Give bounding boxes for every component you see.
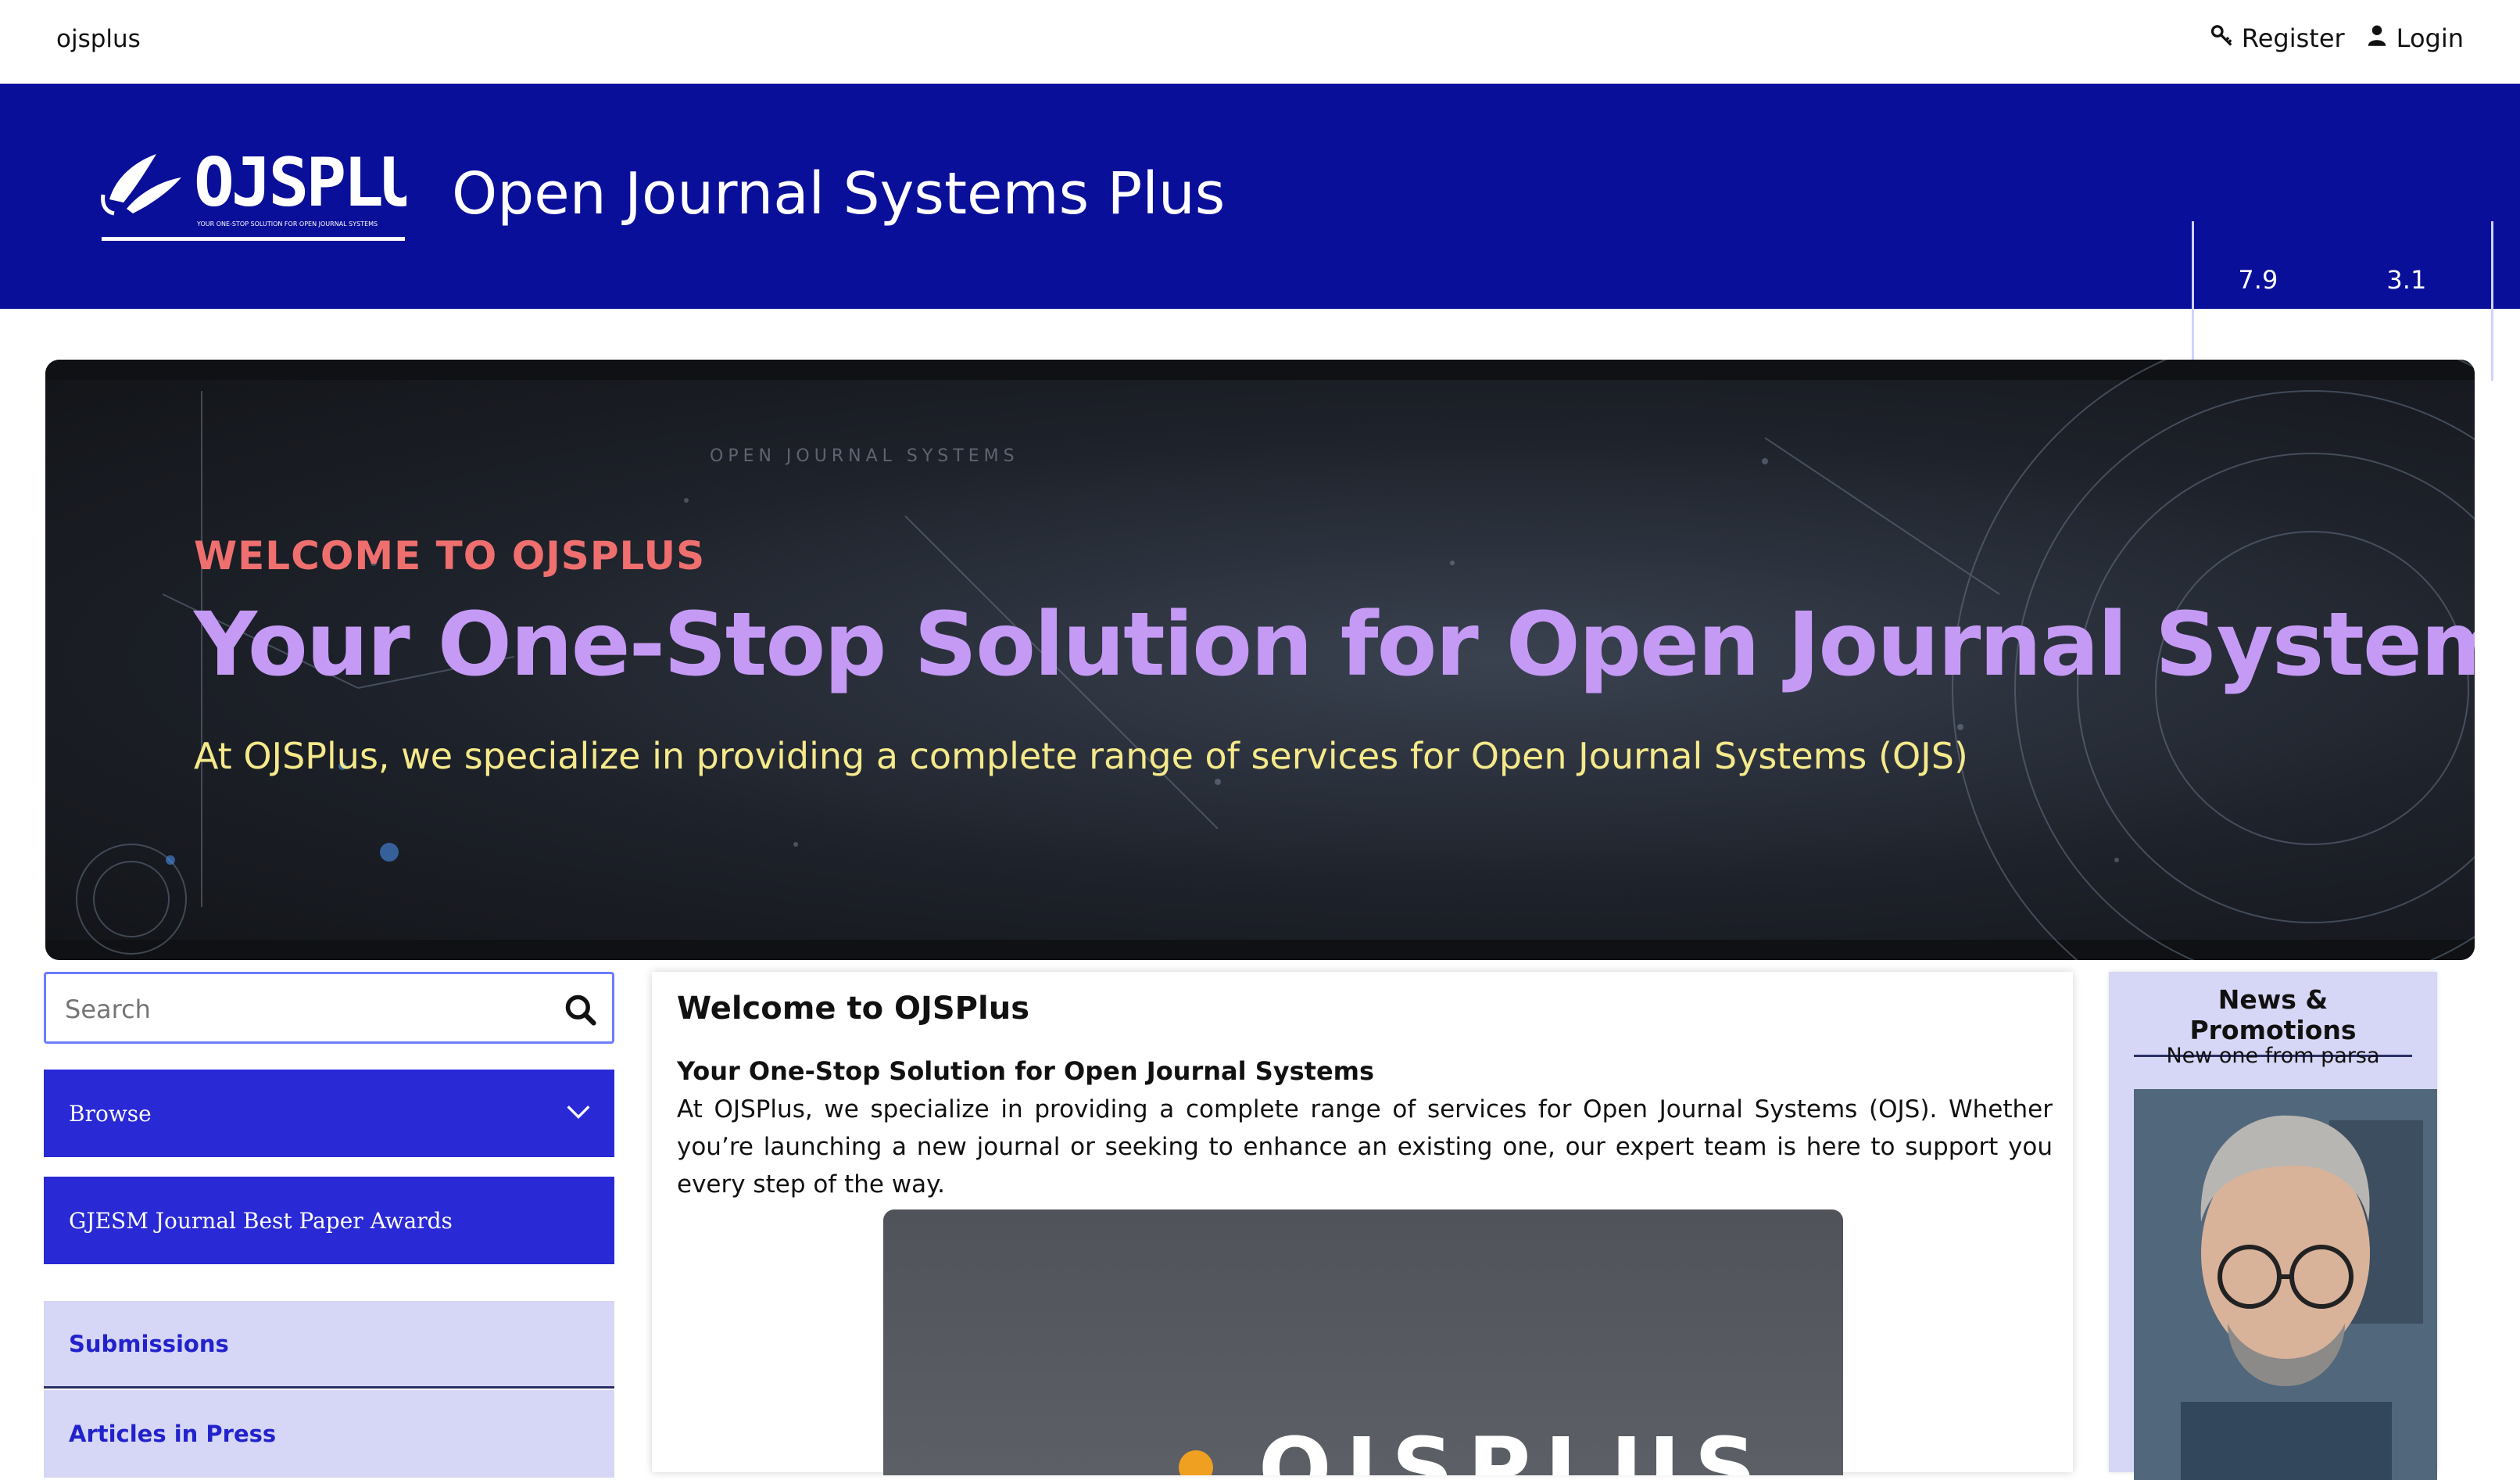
user-icon (2365, 23, 2389, 53)
metric-impact-factor: 3.1 Impact Facto (2326, 265, 2487, 337)
metric-citescore: 7.9 CiteScore (2198, 265, 2318, 337)
intro-paragraph: At OJSPlus, we specialize in providing a… (677, 1095, 2053, 1199)
journal-metrics: 7.9 CiteScore 3.1 Impact Facto (2192, 221, 2493, 381)
metric-label: CiteScore (2198, 307, 2318, 337)
hero-watermark: OPEN JOURNAL SYSTEMS (710, 446, 1019, 466)
key-icon (2210, 23, 2234, 53)
metric-label: Impact Facto (2326, 307, 2487, 337)
top-bar: ojsplus Register Login (0, 0, 2520, 84)
hero-kicker: WELCOME TO OJSPLUS (194, 533, 706, 579)
best-paper-label: GJESM Journal Best Paper Awards (69, 1207, 453, 1234)
submissions-link[interactable]: Submissions (44, 1301, 614, 1389)
news-promotions-panel: News & Promotions New one from parsa (2109, 972, 2437, 1480)
browse-dropdown[interactable]: Browse (44, 1070, 614, 1157)
page-title: Welcome to OJSPlus (677, 991, 1029, 1027)
search-box (44, 972, 614, 1044)
hero-title: Your One-Stop Solution for Open Journal … (194, 594, 2475, 696)
news-portrait-image[interactable] (2134, 1089, 2437, 1480)
hero-subtitle: At OJSPlus, we specialize in providing a… (194, 735, 1968, 777)
promo-logo-text: OJSPLUS (1258, 1419, 1770, 1475)
journal-title: Open Journal Systems Plus (452, 160, 1226, 228)
search-input[interactable] (65, 991, 549, 1027)
best-paper-awards-link[interactable]: GJESM Journal Best Paper Awards (44, 1177, 614, 1264)
hero-banner: OPEN JOURNAL SYSTEMS WELCOME TO OJSPLUS … (45, 360, 2475, 960)
news-item-link[interactable]: New one from parsa (2109, 1044, 2437, 1068)
articles-in-press-link[interactable]: Articles in Press (44, 1390, 614, 1478)
login-link[interactable]: Login (2365, 23, 2464, 53)
articles-label: Articles in Press (69, 1421, 277, 1447)
site-name-link[interactable]: ojsplus (56, 25, 141, 53)
main-content: Welcome to OJSPlus Your One-Stop Solutio… (652, 972, 2073, 1475)
section-subtitle: Your One-Stop Solution for Open Journal … (677, 1056, 1375, 1086)
logo-wordmark: OJSPLUS (194, 146, 406, 222)
browse-label: Browse (69, 1100, 152, 1127)
user-nav: Register Login (2210, 23, 2464, 53)
register-link[interactable]: Register (2210, 23, 2345, 53)
login-label: Login (2396, 23, 2464, 53)
journal-header: OJSPLUS YOUR ONE-STOP SOLUTION FOR OPEN … (0, 84, 2520, 381)
portrait-illustration (2134, 1089, 2437, 1480)
ojsplus-logo[interactable]: OJSPLUS YOUR ONE-STOP SOLUTION FOR OPEN … (100, 146, 406, 263)
logo-tagline: YOUR ONE-STOP SOLUTION FOR OPEN JOURNAL … (196, 220, 378, 228)
submissions-label: Submissions (69, 1330, 229, 1357)
metric-value: 7.9 (2238, 265, 2278, 295)
search-icon[interactable] (564, 993, 598, 1027)
register-label: Register (2241, 23, 2345, 53)
chevron-down-icon (567, 1106, 590, 1120)
promo-logo-graphic: OJSPLUS (1179, 1419, 1770, 1475)
promo-image: OJSPLUS (883, 1209, 1843, 1475)
metric-value: 3.1 (2386, 265, 2427, 295)
